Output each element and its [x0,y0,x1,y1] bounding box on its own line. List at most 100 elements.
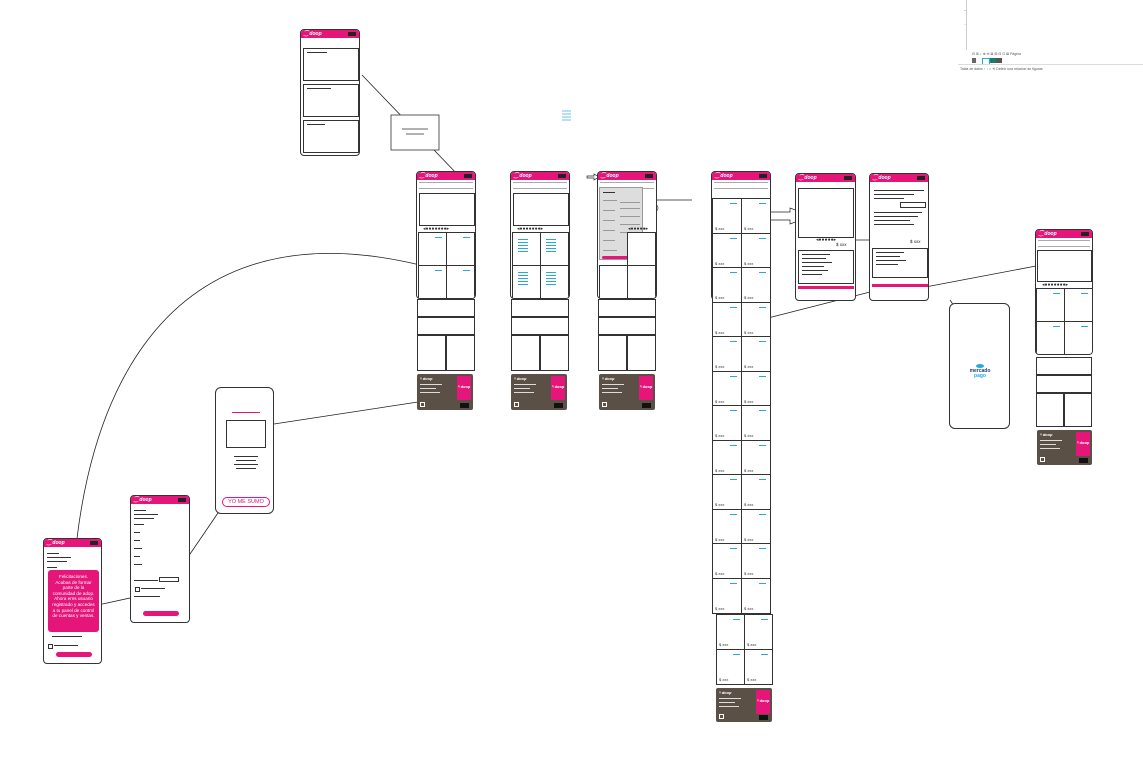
product-card[interactable]: $ xxx [712,267,742,303]
product-card[interactable]: $ xxx [712,336,742,372]
coupon-field[interactable] [900,202,926,208]
cart-icon[interactable] [464,174,472,178]
product-card[interactable]: $ xxx [712,370,742,407]
nav-row[interactable] [1038,240,1090,247]
carousel-dots[interactable]: ◂●●●●●▸ [816,237,836,243]
category-tile[interactable] [446,232,475,266]
category-tile[interactable] [599,265,628,298]
footer-logo: ᵑ doop [719,690,732,695]
checkout-button[interactable] [872,284,928,287]
header-bar: ⁐ doop [796,174,855,182]
product-card[interactable]: $ xxx [741,232,771,269]
nav-row[interactable] [513,182,567,189]
hero-banner[interactable] [419,193,475,226]
product-card[interactable]: $ xxx [716,614,745,650]
hero-banner[interactable] [1037,250,1092,282]
cart-icon[interactable] [558,174,566,178]
link-marker [759,513,766,515]
form-field[interactable] [159,577,179,582]
category-tile[interactable] [540,232,569,266]
brand-logo: ⁐ doop [601,173,619,179]
product-card[interactable]: $ xxx [741,267,771,303]
join-button[interactable]: YO ME SUMO [222,497,270,507]
cart-icon[interactable] [759,174,767,178]
product-card[interactable]: $ xxx [744,614,773,650]
product-card[interactable]: $ xxx [712,439,742,476]
link-marker [733,654,740,655]
nav-row[interactable] [714,182,768,189]
category-tile[interactable] [540,265,569,298]
category-tile[interactable] [446,265,475,298]
text-lines-icon [562,110,571,121]
product-card[interactable]: $ xxx [741,577,771,614]
terms-checkbox[interactable] [48,644,53,649]
add-to-cart-button[interactable] [798,286,854,289]
price-label: $ xxx [719,677,729,682]
header-bar: ⁐ doop [301,30,359,38]
category-tile[interactable] [1064,288,1092,322]
price-label: $ xxx [715,467,725,473]
category-tile[interactable] [418,232,447,266]
cart-icon[interactable] [1081,232,1089,236]
cart-icon[interactable] [645,174,653,178]
toolbar-row-icons[interactable]: ⊟ ⊞ ⌕ ⊕ ⊖ ⊠ ⊞ ⊟ ⊡ ⊠ Página [972,52,1021,56]
link-marker [730,548,737,549]
category-tile[interactable] [627,232,656,266]
product-card[interactable]: $ xxx [741,508,771,545]
register-button[interactable] [56,652,92,657]
link-marker [759,341,766,342]
brand-logo: ⁐ doop [47,540,65,546]
category-tile[interactable] [627,265,656,298]
product-card[interactable]: $ xxx [712,543,742,579]
link-marker [730,375,737,377]
nav-row[interactable] [419,182,473,189]
cart-icon[interactable] [178,498,186,502]
price-label: $ xxx [747,642,757,647]
success-popup[interactable]: Felicitaciones. Acabas de formar parte d… [48,570,99,632]
category-tile[interactable] [512,232,541,266]
product-card[interactable]: $ xxx [741,405,771,441]
link-marker [730,306,737,308]
category-tile[interactable] [418,265,447,298]
product-card[interactable]: $ xxx [741,198,771,234]
category-tile[interactable] [1036,321,1065,354]
cart-icon[interactable] [90,541,98,545]
cart-icon[interactable] [917,176,925,180]
cart-icon[interactable] [844,176,852,180]
product-card[interactable]: $ xxx [716,649,745,685]
product-card[interactable]: $ xxx [741,336,771,372]
footer-logo: ᵑ doop [1040,432,1053,437]
price-label: $ xxx [744,260,754,266]
site-footer: ᵑ doop ᵑ doop [417,374,473,410]
product-card[interactable]: $ xxx [712,405,742,441]
price-label: $ xxx [744,433,754,438]
cart-icon[interactable] [348,32,356,36]
product-card[interactable]: $ xxx [741,474,771,510]
product-card[interactable]: $ xxx [712,508,742,545]
register-button[interactable] [143,611,179,616]
product-card[interactable]: $ xxx [712,474,742,510]
category-tile[interactable] [512,265,541,298]
product-card[interactable]: $ xxx [712,232,742,269]
editor-toolbar: – .. ⊟ ⊞ ⌕ ⊕ ⊖ ⊠ ⊞ ⊟ ⊡ ⊠ Página Tabla de… [958,0,1143,78]
price-label: $ xxx [715,398,725,404]
home-section [417,317,475,335]
terms-checkbox[interactable] [135,587,140,592]
product-card[interactable]: $ xxx [741,543,771,579]
menu-panel[interactable] [303,48,359,81]
product-card[interactable]: $ xxx [741,370,771,407]
menu-panel[interactable] [303,120,359,153]
product-card[interactable]: $ xxx [712,577,742,614]
product-card[interactable]: $ xxx [741,301,771,338]
category-tile[interactable] [1036,288,1065,322]
product-card[interactable]: $ xxx [744,649,773,685]
hero-banner[interactable] [513,193,569,226]
product-card[interactable]: $ xxx [741,439,771,476]
brand-logo: ⁐ doop [304,31,322,37]
category-tile[interactable] [1064,321,1092,354]
product-card[interactable]: $ xxx [712,198,742,234]
product-card[interactable]: $ xxx [712,301,742,338]
menu-panel[interactable] [303,84,359,117]
product-image[interactable] [798,188,854,238]
home-section [598,299,656,317]
